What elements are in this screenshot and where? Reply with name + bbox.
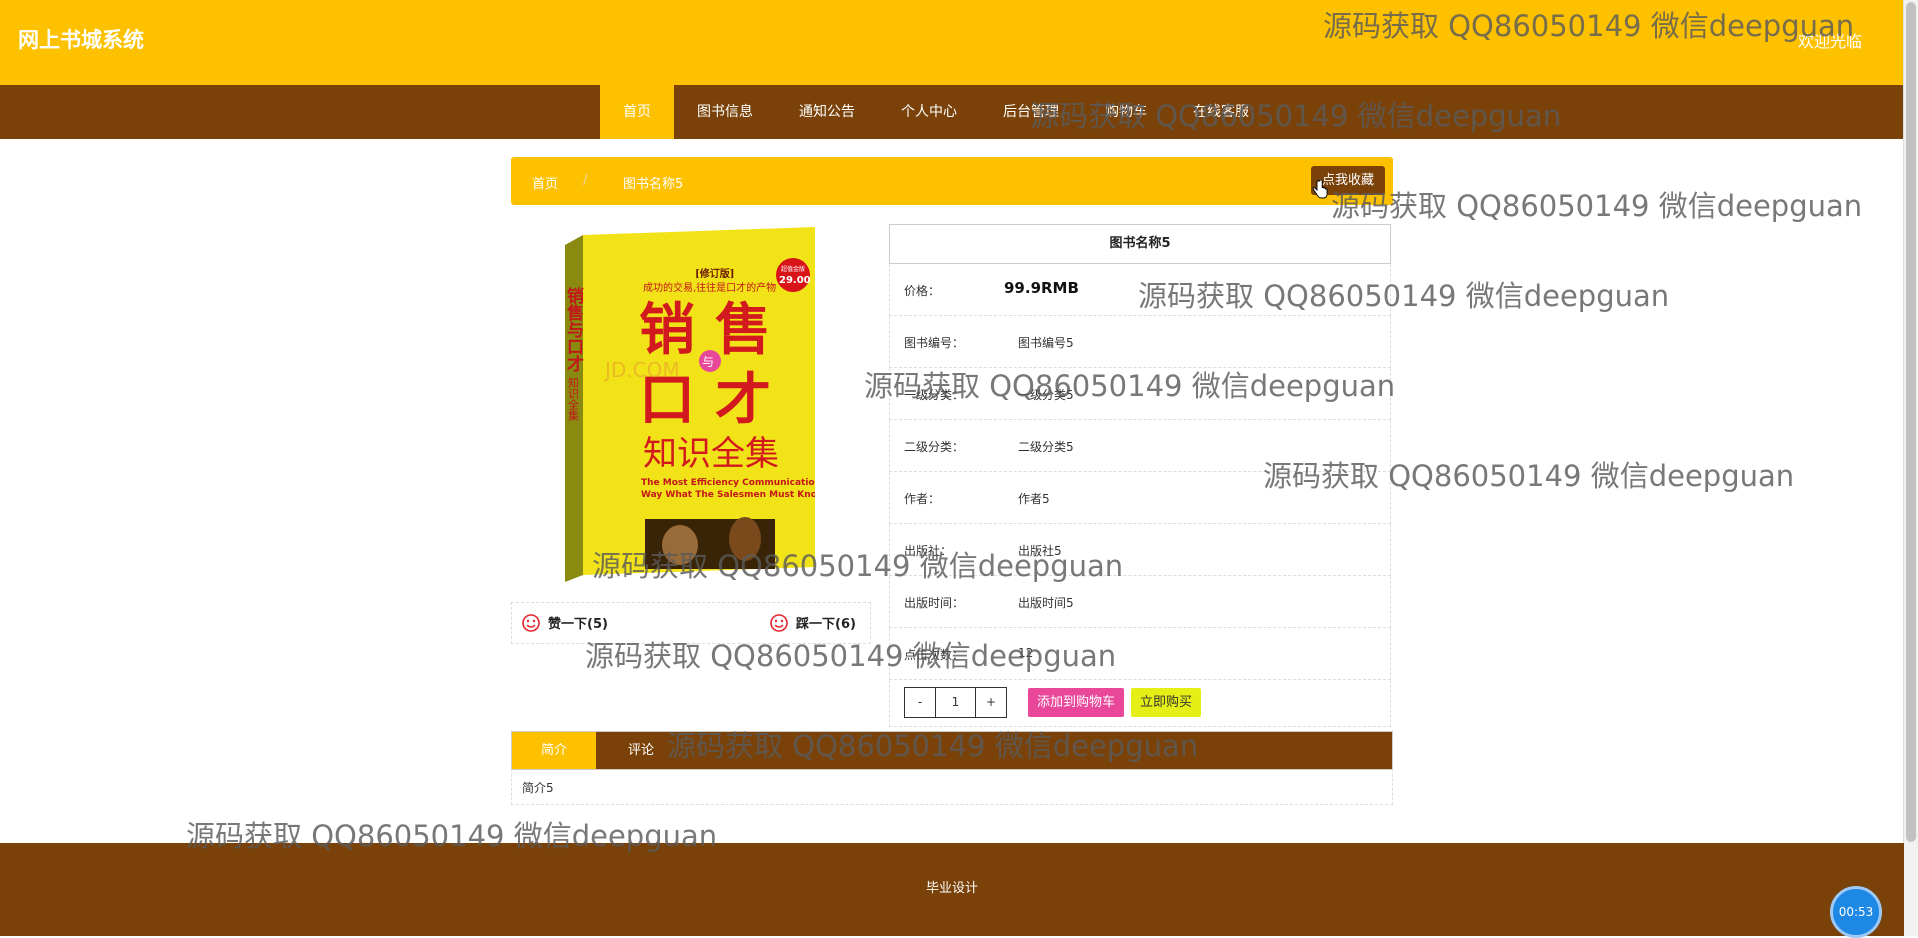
book-detail-table: 图书名称5 价格： 99.9RMB 图书编号： 图书编号5 一级分类： 一级分类…: [889, 224, 1391, 727]
detail-row-category-2: 二级分类： 二级分类5: [889, 420, 1391, 472]
buy-now-button[interactable]: 立即购买: [1131, 688, 1202, 717]
main-nav: 首页 图书信息 通知公告 个人中心 后台管理 购物车 在线客服: [0, 85, 1904, 139]
cover-title-char-5: 才: [715, 368, 771, 433]
detail-row-click-count: 点击次数： 12: [889, 628, 1391, 680]
scrollbar-thumb[interactable]: [1906, 2, 1916, 842]
price-row: 价格： 99.9RMB: [889, 264, 1391, 316]
add-to-cart-button[interactable]: 添加到购物车: [1028, 688, 1125, 717]
field-label: 作者：: [904, 492, 941, 506]
field-value: 图书编号5: [1018, 336, 1074, 350]
nav-item-personal-center[interactable]: 个人中心: [878, 85, 980, 139]
cover-badge-price: 29.00: [779, 275, 811, 286]
nav-item-home[interactable]: 首页: [600, 85, 674, 139]
nav-item-notices[interactable]: 通知公告: [776, 85, 878, 139]
hand-pointer-icon: [1312, 180, 1328, 199]
field-value: 作者5: [1018, 492, 1050, 506]
cover-badge-label: 超值金版: [781, 265, 805, 273]
cover-english-2: Way What The Salesmen Must Know: [641, 490, 815, 500]
tab-comments[interactable]: 评论: [596, 732, 686, 769]
quantity-stepper: - 1 +: [904, 687, 1007, 718]
welcome-text: 欢迎光临: [1797, 32, 1862, 51]
footer-text: 毕业设计: [925, 881, 978, 896]
nav-item-book-info[interactable]: 图书信息: [674, 85, 776, 139]
detail-tabs: 简介 评论: [511, 731, 1393, 770]
field-label: 出版社：: [904, 544, 953, 558]
nav-item-cart[interactable]: 购物车: [1082, 85, 1170, 139]
field-value: 出版时间5: [1018, 596, 1074, 610]
timer-badge[interactable]: 00:53: [1830, 886, 1882, 938]
field-label: 二级分类：: [904, 440, 965, 454]
breadcrumb: 首页 / 图书名称5 点我收藏: [511, 157, 1393, 205]
cover-spine-title: 销售与口才: [565, 286, 584, 372]
top-header: 网上书城系统 欢迎光临: [0, 0, 1904, 85]
quantity-input[interactable]: 1: [935, 688, 976, 717]
nav-item-customer-service[interactable]: 在线客服: [1170, 85, 1272, 139]
quantity-decrement-button[interactable]: -: [905, 688, 935, 717]
field-label: 一级分类：: [904, 388, 965, 402]
cover-english-1: The Most Efficiency Communication: [641, 478, 815, 488]
cover-title-char-2: 售: [715, 298, 771, 363]
watermark-text: 源码获取 QQ86050149 微信deepguan: [1331, 189, 1863, 223]
field-value: 出版社5: [1018, 544, 1062, 558]
field-value: 12: [1018, 646, 1034, 660]
cover-subtitle: 知识全集: [643, 434, 779, 474]
page-footer: 毕业设计: [0, 843, 1904, 936]
site-title: 网上书城系统: [18, 28, 144, 52]
cover-title-char-1: 销: [639, 298, 695, 363]
dislike-label: 踩一下(6): [796, 617, 856, 632]
quantity-increment-button[interactable]: +: [976, 688, 1006, 717]
price-label: 价格：: [904, 284, 941, 298]
nav-list: 首页 图书信息 通知公告 个人中心 后台管理 购物车 在线客服: [600, 85, 1272, 139]
book-cover-image: 销售与口才 知识全集 [修订版] 成功的交易,往往是口才的产物 超值金版 29.…: [563, 227, 825, 582]
page-scrollbar[interactable]: [1903, 0, 1918, 936]
breadcrumb-current: 图书名称5: [623, 177, 684, 192]
breadcrumb-separator: /: [583, 173, 588, 188]
price-value: 99.9RMB: [1004, 279, 1079, 297]
cover-spine-subtitle: 知识全集: [567, 376, 580, 421]
breadcrumb-home[interactable]: 首页: [532, 173, 558, 192]
tab-panel-content: 简介5: [511, 769, 1393, 805]
field-label: 图书编号：: [904, 336, 965, 350]
cover-tagline: 成功的交易,往往是口才的产物: [643, 281, 776, 294]
detail-row-author: 作者： 作者5: [889, 472, 1391, 524]
book-title: 图书名称5: [889, 224, 1391, 264]
field-label: 出版时间：: [904, 596, 965, 610]
purchase-actions-row: - 1 + 添加到购物车 立即购买: [889, 680, 1391, 727]
detail-row-publisher: 出版社： 出版社5: [889, 524, 1391, 576]
intro-text: 简介5: [522, 781, 554, 795]
field-value: 二级分类5: [1018, 440, 1074, 454]
cover-title-char-3: 与: [702, 355, 714, 369]
detail-row-category-1: 一级分类： 一级分类5: [889, 368, 1391, 420]
cover-watermark: JD.COM: [603, 358, 680, 382]
tab-intro[interactable]: 简介: [512, 732, 596, 769]
cover-edition: [修订版]: [695, 267, 734, 280]
like-label: 赞一下(5): [548, 617, 608, 632]
field-label: 点击次数：: [904, 648, 965, 662]
smile-icon: [522, 613, 540, 632]
detail-row-book-number: 图书编号： 图书编号5: [889, 316, 1391, 368]
like-bar: 赞一下(5) 踩一下(6): [511, 602, 871, 644]
like-button[interactable]: 赞一下(5): [522, 613, 608, 632]
dislike-button[interactable]: 踩一下(6): [770, 613, 856, 632]
field-value: 一级分类5: [1018, 388, 1074, 402]
detail-row-publish-date: 出版时间： 出版时间5: [889, 576, 1391, 628]
smile-icon: [770, 613, 788, 632]
nav-item-admin[interactable]: 后台管理: [980, 85, 1082, 139]
